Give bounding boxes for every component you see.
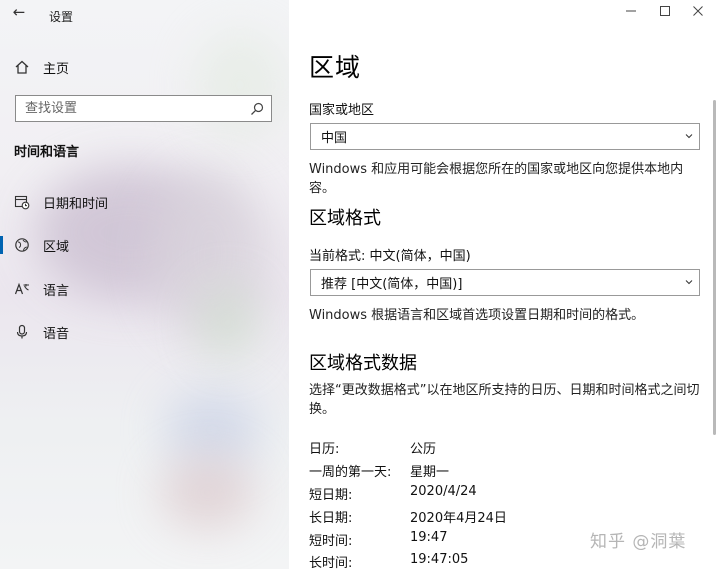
close-button[interactable] xyxy=(679,0,717,26)
format-row-label: 短时间: xyxy=(309,534,353,549)
country-dropdown[interactable]: 中国 xyxy=(310,123,700,150)
format-row-value: 2020年4月24日 xyxy=(410,511,507,526)
maximize-icon xyxy=(659,5,671,21)
microphone-icon xyxy=(14,324,30,340)
format-row-value: 公历 xyxy=(410,442,437,457)
format-value: 推荐 [中文(简体，中国)] xyxy=(321,277,463,292)
sidebar-item-label: 语音 xyxy=(43,326,70,342)
search-icon[interactable] xyxy=(249,101,265,117)
scrollbar[interactable] xyxy=(713,100,716,435)
format-data-heading: 区域格式数据 xyxy=(309,353,417,374)
format-row-label: 日历: xyxy=(309,442,340,457)
main-content: 区域 国家或地区 中国 Windows 和应用可能会根据您所在的国家或地区向您提… xyxy=(289,0,720,569)
sidebar-item-label: 语言 xyxy=(43,283,70,299)
format-row-label: 一周的第一天: xyxy=(309,465,392,480)
minimize-icon xyxy=(625,5,637,21)
sidebar-item-date-time[interactable]: 日期和时间 xyxy=(0,185,289,219)
format-row-value: 星期一 xyxy=(410,465,450,480)
chevron-down-icon xyxy=(683,276,695,288)
minimize-button[interactable] xyxy=(612,0,650,26)
format-description: Windows 根据语言和区域首选项设置日期和时间的格式。 xyxy=(309,308,645,323)
watermark: 知乎 @洞葉 xyxy=(590,532,687,552)
nav-home[interactable]: 主页 xyxy=(14,55,274,79)
sidebar-item-label: 区域 xyxy=(43,239,70,255)
close-icon xyxy=(692,5,704,21)
globe-icon xyxy=(14,237,30,253)
format-row-value: 19:47 xyxy=(410,530,448,545)
language-icon xyxy=(14,281,30,297)
chevron-down-icon xyxy=(683,130,695,142)
blurred-backdrop xyxy=(195,30,285,140)
format-data-description: 选择“更改数据格式”以在地区所支持的日历、日期和时间格式之间切换。 xyxy=(309,383,700,417)
back-button[interactable]: ← xyxy=(8,3,30,23)
sidebar: ← 设置 主页 时间和语言 日期和时间 区域 语言 xyxy=(0,0,289,569)
sidebar-item-language[interactable]: 语言 xyxy=(0,272,289,306)
search-input[interactable] xyxy=(16,101,241,116)
sidebar-item-label: 日期和时间 xyxy=(43,196,109,212)
format-heading: 区域格式 xyxy=(309,208,381,229)
search-box[interactable] xyxy=(15,95,272,122)
home-icon xyxy=(14,59,30,75)
blurred-backdrop xyxy=(160,455,255,530)
format-row-label: 长时间: xyxy=(309,556,353,569)
format-dropdown[interactable]: 推荐 [中文(简体，中国)] xyxy=(310,269,700,296)
format-row-value: 2020/4/24 xyxy=(410,484,477,499)
country-value: 中国 xyxy=(321,131,348,146)
country-label: 国家或地区 xyxy=(309,103,375,118)
country-description: Windows 和应用可能会根据您所在的国家或地区向您提供本地内容。 xyxy=(309,162,684,196)
format-row-label: 短日期: xyxy=(309,488,353,503)
format-row-value: 19:47:05 xyxy=(410,552,469,567)
app-title: 设置 xyxy=(49,10,74,24)
section-heading: 时间和语言 xyxy=(14,145,80,160)
current-format-label: 当前格式: 中文(简体，中国) xyxy=(309,249,471,264)
sidebar-item-region[interactable]: 区域 xyxy=(0,228,289,262)
page-title: 区域 xyxy=(309,53,362,82)
format-row-label: 长日期: xyxy=(309,511,353,526)
calendar-clock-icon xyxy=(14,194,30,210)
nav-home-label: 主页 xyxy=(43,61,70,77)
sidebar-item-speech[interactable]: 语音 xyxy=(0,315,289,349)
back-arrow-icon: ← xyxy=(12,3,26,21)
